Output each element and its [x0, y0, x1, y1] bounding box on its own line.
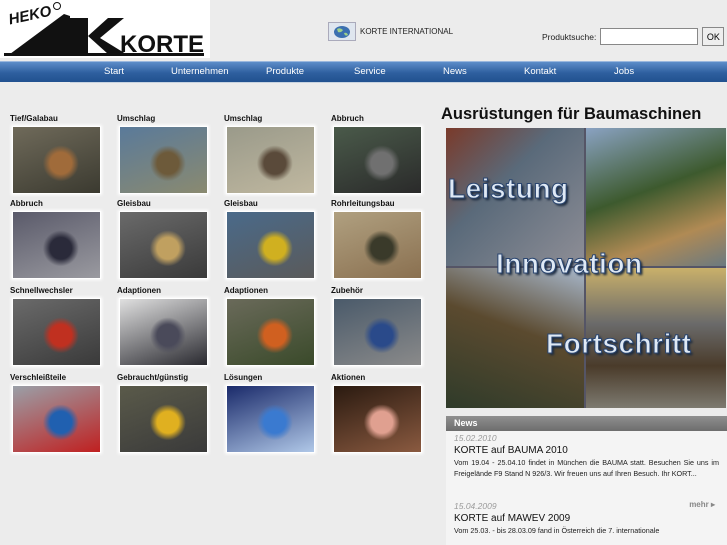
product-tile[interactable]: Umschlag — [117, 114, 217, 194]
hero-headline: Ausrüstungen für Baumaschinen — [441, 105, 702, 123]
timber-handling-photo[interactable] — [226, 126, 315, 194]
product-label: Zubehör — [331, 286, 363, 295]
news-more-link[interactable]: mehr ▸ — [689, 500, 715, 509]
product-label: Gleisbau — [224, 199, 258, 208]
product-tile[interactable]: Tief/Galabau — [10, 114, 110, 194]
product-tile[interactable]: Verschleißteile — [10, 373, 110, 453]
heko-korte-logo-graphic: HEKO KORTE — [4, 2, 204, 58]
korte-text: KORTE — [120, 31, 204, 58]
product-label: Lösungen — [224, 373, 263, 382]
nav-start[interactable]: Start — [104, 66, 124, 77]
computer-monitor-photo[interactable] — [226, 385, 315, 453]
demolition-shear-photo[interactable] — [333, 126, 422, 194]
product-tile[interactable]: Gleisbau — [117, 199, 217, 279]
hero-word-fortschritt: Fortschritt — [546, 328, 692, 360]
rail-attachment-photo[interactable] — [226, 211, 315, 279]
nav-divider — [70, 82, 570, 83]
logo[interactable]: HEKO KORTE — [0, 0, 210, 58]
product-label: Aktionen — [331, 373, 366, 382]
nav-unternehmen[interactable]: Unternehmen — [171, 66, 229, 77]
nav-service[interactable]: Service — [354, 66, 386, 77]
product-label: Gebraucht/günstig — [117, 373, 189, 382]
nav-news[interactable]: News — [443, 66, 467, 77]
product-tile[interactable]: Abbruch — [331, 114, 431, 194]
product-tile[interactable]: Schnellwechsler — [10, 286, 110, 366]
product-tile[interactable]: Rohrleitungsbau — [331, 199, 431, 279]
news-text: Vom 25.03. - bis 28.03.09 fand in Österr… — [454, 526, 660, 535]
news-date: 15.04.2009 — [454, 501, 497, 511]
arrow-right-icon: ▸ — [710, 500, 715, 509]
hero-word-leistung: Leistung — [448, 173, 569, 205]
accessory-arm-photo[interactable] — [333, 298, 422, 366]
more-label: mehr — [689, 500, 709, 509]
news-title[interactable]: KORTE auf BAUMA 2010 — [454, 445, 727, 456]
product-tile[interactable]: Gleisbau — [224, 199, 324, 279]
korte-international-link[interactable]: KORTE INTERNATIONAL — [328, 22, 453, 41]
wear-parts-photo[interactable] — [12, 385, 101, 453]
product-label: Adaptionen — [117, 286, 161, 295]
search-input[interactable] — [600, 28, 699, 45]
product-tile[interactable]: Gebraucht/günstig — [117, 373, 217, 453]
hero-collage: Leistung Innovation Fortschritt — [446, 128, 726, 408]
product-search: Produktsuche: OK — [542, 27, 725, 46]
nav-jobs[interactable]: Jobs — [614, 66, 634, 77]
header: HEKO KORTE KORTE INTERNATIONAL Produktsu… — [0, 0, 727, 60]
adapter-plate-photo[interactable] — [119, 298, 208, 366]
product-label: Verschleißteile — [10, 373, 67, 382]
grapple-photo — [586, 128, 726, 266]
news-heading: News — [446, 416, 727, 431]
orange-adapter-photo[interactable] — [226, 298, 315, 366]
product-label: Abbruch — [331, 114, 364, 123]
hero-word-innovation: Innovation — [496, 248, 643, 280]
product-tile[interactable]: Zubehör — [331, 286, 431, 366]
nav-produkte[interactable]: Produkte — [266, 66, 304, 77]
product-tile[interactable]: Adaptionen — [117, 286, 217, 366]
product-label: Gleisbau — [117, 199, 151, 208]
search-label: Produktsuche: — [542, 31, 597, 42]
earthwork-bucket-photo[interactable] — [12, 126, 101, 194]
globe-icon — [328, 22, 356, 41]
quick-coupler-photo[interactable] — [12, 298, 101, 366]
product-tile[interactable]: Umschlag — [224, 114, 324, 194]
product-tile[interactable]: Adaptionen — [224, 286, 324, 366]
heko-text: HEKO — [7, 3, 53, 29]
demolition-bucket-photo[interactable] — [12, 211, 101, 279]
korte-international-label: KORTE INTERNATIONAL — [360, 27, 454, 36]
main-nav: Start Unternehmen Produkte Service News … — [0, 61, 727, 82]
product-label: Tief/Galabau — [10, 114, 58, 123]
news-title[interactable]: KORTE auf MAWEV 2009 — [454, 513, 727, 524]
piggy-bank-photo[interactable] — [333, 385, 422, 453]
product-label: Abbruch — [10, 199, 43, 208]
news-date: 15.02.2010 — [454, 433, 497, 443]
product-label: Umschlag — [224, 114, 263, 123]
news-text: Vom 19.04 - 25.04.10 findet in München d… — [454, 458, 719, 478]
nav-kontakt[interactable]: Kontakt — [524, 66, 556, 77]
product-label: Schnellwechsler — [10, 286, 73, 295]
product-tile[interactable]: Lösungen — [224, 373, 324, 453]
track-tool-photo[interactable] — [119, 211, 208, 279]
product-tile[interactable]: Aktionen — [331, 373, 431, 453]
product-label: Umschlag — [117, 114, 156, 123]
news-box: News 15.02.2010 KORTE auf BAUMA 2010 Vom… — [446, 416, 727, 545]
log-grapple-photo[interactable] — [119, 126, 208, 194]
product-label: Rohrleitungsbau — [331, 199, 395, 208]
search-ok-button[interactable]: OK — [702, 27, 725, 46]
product-label: Adaptionen — [224, 286, 268, 295]
pipe-laying-photo[interactable] — [333, 211, 422, 279]
product-tile[interactable]: Abbruch — [10, 199, 110, 279]
used-machine-photo[interactable] — [119, 385, 208, 453]
